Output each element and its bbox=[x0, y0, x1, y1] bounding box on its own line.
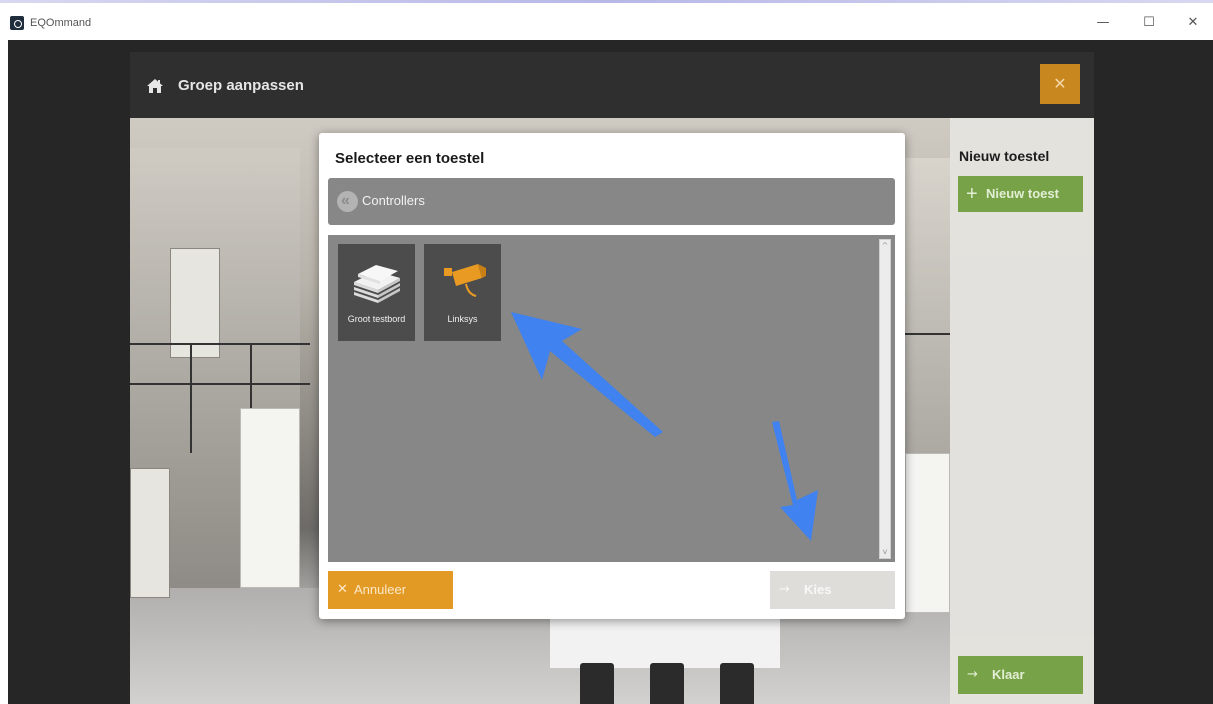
title-bar-accent bbox=[0, 0, 1213, 3]
close-group-button[interactable]: ✕ bbox=[1040, 64, 1080, 104]
breadcrumb[interactable]: Controllers bbox=[328, 178, 895, 225]
done-button[interactable]: → Klaar bbox=[958, 656, 1083, 694]
back-icon[interactable] bbox=[337, 191, 358, 212]
device-label: Linksys bbox=[447, 314, 478, 324]
window-title: EQOmmand bbox=[30, 17, 92, 29]
window-title-bar: EQOmmand — ☐ ✕ bbox=[0, 0, 1213, 40]
new-device-label: Nieuw toest bbox=[986, 186, 1059, 201]
new-device-button[interactable]: + Nieuw toest bbox=[958, 176, 1083, 212]
stacked-boards-icon bbox=[354, 265, 400, 303]
maximize-button[interactable]: ☐ bbox=[1134, 12, 1164, 34]
scroll-down-icon[interactable]: v bbox=[880, 546, 890, 558]
photo-chair bbox=[580, 663, 614, 704]
scroll-up-icon[interactable]: ^ bbox=[880, 240, 890, 252]
choose-label: Kies bbox=[804, 582, 832, 597]
plus-icon: + bbox=[966, 183, 978, 205]
select-device-dialog: Selecteer een toestel Controllers Groot … bbox=[319, 133, 905, 619]
side-panel-title: Nieuw toestel bbox=[959, 148, 1050, 164]
photo-chair bbox=[720, 663, 754, 704]
cancel-button[interactable]: ✕ Annuleer bbox=[328, 571, 453, 609]
camera-icon bbox=[444, 264, 486, 297]
photo-table bbox=[550, 618, 780, 668]
arrow-right-icon: → bbox=[779, 582, 790, 597]
device-label: Groot testbord bbox=[347, 314, 406, 324]
group-header: Groep aanpassen ✕ bbox=[130, 52, 1094, 118]
home-icon[interactable] bbox=[146, 78, 164, 94]
device-grid: Groot testbord Linksys ^ v bbox=[328, 235, 895, 562]
done-label: Klaar bbox=[992, 667, 1025, 682]
choose-button[interactable]: → Kies bbox=[770, 571, 895, 609]
device-tile-groot-testbord[interactable]: Groot testbord bbox=[338, 244, 415, 341]
breadcrumb-label: Controllers bbox=[362, 193, 425, 208]
photo-post bbox=[190, 343, 192, 453]
photo-door bbox=[170, 248, 220, 358]
app-logo-icon bbox=[10, 16, 24, 30]
photo-chair bbox=[650, 663, 684, 704]
cancel-label: Annuleer bbox=[354, 582, 407, 597]
photo-door bbox=[130, 468, 170, 598]
photo-railing bbox=[130, 383, 310, 385]
new-device-panel: Nieuw toestel + Nieuw toest → Klaar bbox=[950, 118, 1094, 704]
dialog-title: Selecteer een toestel bbox=[335, 150, 485, 167]
page-title: Groep aanpassen bbox=[178, 77, 304, 94]
photo-whiteboard bbox=[905, 453, 950, 613]
window-close-button[interactable]: ✕ bbox=[1178, 12, 1208, 34]
photo-railing bbox=[130, 343, 310, 345]
photo-whiteboard bbox=[240, 408, 300, 588]
close-icon: ✕ bbox=[337, 582, 348, 597]
arrow-right-icon: → bbox=[967, 667, 978, 682]
scrollbar[interactable]: ^ v bbox=[879, 239, 891, 559]
device-tile-linksys[interactable]: Linksys bbox=[424, 244, 501, 341]
minimize-button[interactable]: — bbox=[1088, 12, 1118, 34]
